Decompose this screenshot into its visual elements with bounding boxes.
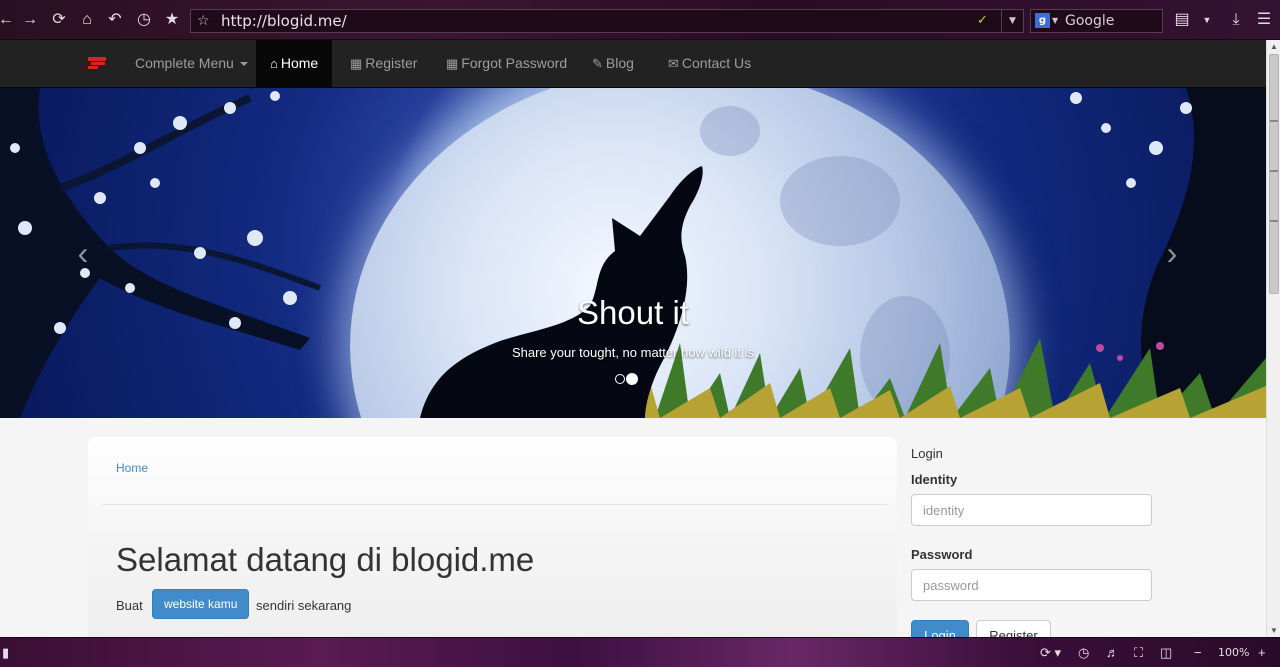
login-title: Login — [911, 446, 943, 461]
nav-register-label: Register — [365, 55, 418, 71]
nav-blog[interactable]: ✎ Blog — [592, 40, 634, 88]
browser-status-bar: ▮ ⟳ ▾ ◷ ♬ ⛶ ◫ − 100% + — [0, 637, 1280, 667]
fullscreen-icon[interactable]: ⛶ — [1134, 646, 1143, 660]
notepad-dropdown-icon[interactable]: ▼ — [1197, 10, 1217, 30]
page-scrollbar[interactable]: ▲ ▼ — [1266, 40, 1280, 638]
nav-forgot-password[interactable]: ▦ Forgot Password — [446, 40, 567, 88]
carousel-title: Shout it — [577, 294, 689, 331]
search-input[interactable]: g ▼ Google — [1030, 9, 1163, 33]
undo-icon[interactable]: ↶ — [105, 10, 125, 30]
grid-icon: ▦ — [446, 56, 459, 71]
grid-icon: ▦ — [350, 56, 363, 71]
nav-complete-menu[interactable]: Complete Menu — [135, 40, 248, 88]
sync-icon[interactable]: ⟳ ▾ — [1040, 646, 1061, 660]
pencil-icon: ✎ — [592, 56, 603, 71]
go-arrow-icon[interactable]: ✓ — [977, 13, 993, 29]
scroll-marker — [1270, 170, 1278, 172]
page-title: Selamat datang di blogid.me — [116, 541, 535, 578]
scroll-up-icon[interactable]: ▲ — [1267, 40, 1280, 54]
download-icon[interactable]: ⤓ — [1226, 10, 1246, 30]
bookmark-page-icon[interactable]: ☆ — [197, 10, 210, 32]
scrollbar-thumb[interactable] — [1269, 54, 1279, 294]
carousel-indicator-1[interactable] — [615, 374, 625, 384]
back-arrow-icon[interactable]: ← — [0, 10, 16, 30]
split-view-icon[interactable]: ◫ — [1160, 646, 1172, 660]
nav-complete-menu-label: Complete Menu — [135, 55, 234, 71]
breadcrumb-home[interactable]: Home — [116, 461, 148, 475]
url-bar[interactable]: ☆ http://blogid.me/ ✓ ▼ — [190, 9, 1024, 33]
intro-text-before: Buat — [116, 598, 143, 613]
bookmark-star-icon[interactable]: ★ — [162, 10, 182, 30]
nav-blog-label: Blog — [605, 55, 634, 71]
identity-input[interactable] — [911, 494, 1152, 526]
tree-left-decoration — [0, 88, 322, 418]
carousel-indicator-2[interactable] — [626, 373, 638, 385]
search-engine-dropdown-icon[interactable]: ▼ — [1052, 10, 1058, 32]
nav-home-label: Home — [280, 55, 319, 71]
menu-icon[interactable]: ☰ — [1254, 10, 1274, 30]
envelope-icon: ✉ — [668, 56, 679, 71]
caret-down-icon — [239, 62, 248, 67]
site-logo[interactable] — [88, 56, 106, 70]
browser-toolbar: ← → ⟳ ⌂ ↶ ◷ ★ ☆ http://blogid.me/ ✓ ▼ g … — [0, 0, 1280, 40]
scroll-marker — [1270, 220, 1278, 222]
carousel-subtitle: Share your tought, no matter how wild it… — [511, 345, 755, 360]
password-input[interactable] — [911, 569, 1152, 601]
sidebar-toggle-icon[interactable]: ▮ — [2, 646, 9, 660]
password-label: Password — [911, 547, 973, 562]
url-text: http://blogid.me/ — [221, 12, 347, 30]
carousel-next-icon[interactable]: › — [1157, 233, 1187, 273]
history-clock-icon[interactable]: ◷ — [134, 10, 154, 30]
reload-icon[interactable]: ⟳ — [49, 10, 69, 30]
zoom-level: 100% — [1218, 646, 1250, 659]
forward-arrow-icon[interactable]: → — [20, 10, 40, 30]
google-icon[interactable]: g — [1035, 13, 1050, 28]
volume-icon[interactable]: ♬ — [1106, 646, 1119, 660]
zoom-in-icon[interactable]: + — [1258, 646, 1266, 660]
site-navbar: Complete Menu ⌂ Home ▦ Register ▦ Forgot Pa… — [0, 40, 1266, 88]
website-kamu-button[interactable]: website kamu — [152, 589, 250, 619]
home-icon[interactable]: ⌂ — [77, 10, 97, 30]
intro-button-wrap: website kamu — [148, 589, 253, 619]
carousel-prev-icon[interactable]: ‹ — [68, 233, 98, 273]
search-engine-label: Google — [1065, 13, 1115, 29]
nav-contact-us-label: Contact Us — [681, 55, 752, 71]
notepad-icon[interactable]: ▤ — [1172, 10, 1192, 30]
home-icon: ⌂ — [270, 56, 278, 71]
nav-forgot-password-label: Forgot Password — [461, 55, 568, 71]
url-dropdown-icon[interactable]: ▼ — [1001, 10, 1023, 32]
hero-carousel: ‹ › Shout it Share your tought, no matte… — [0, 88, 1266, 418]
tab-cycler-icon[interactable]: ◷ — [1078, 646, 1089, 660]
nav-contact-us[interactable]: ✉ Contact Us — [668, 40, 751, 88]
content-divider — [102, 504, 887, 505]
identity-label: Identity — [911, 472, 958, 487]
zoom-out-icon[interactable]: − — [1194, 646, 1202, 660]
nav-register[interactable]: ▦ Register — [350, 40, 417, 88]
scroll-down-icon[interactable]: ▼ — [1267, 624, 1280, 638]
nav-home[interactable]: ⌂ Home — [256, 40, 333, 88]
intro-text-after: sendiri sekarang — [256, 598, 352, 613]
scroll-marker — [1270, 120, 1278, 122]
wolf-silhouette — [420, 166, 703, 418]
